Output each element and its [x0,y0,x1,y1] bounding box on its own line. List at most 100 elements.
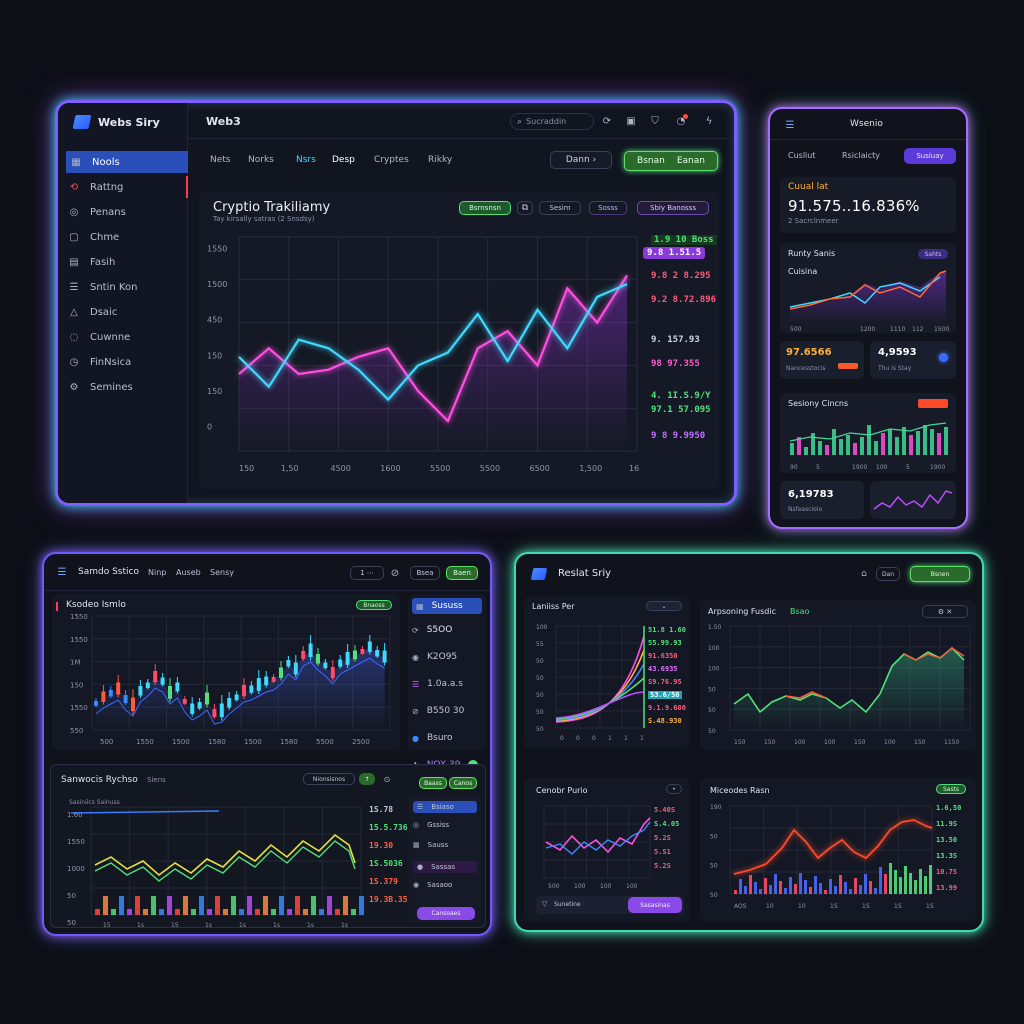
mini-tab-3[interactable]: Susiuay [904,148,956,164]
bl-list-item[interactable]: ◉ K2O95 [412,652,457,662]
price-label: 9.2 8.72.896 [651,295,717,305]
chart-filter-icon-button[interactable]: ⧉ [517,201,533,215]
bl-list-item[interactable]: ⊘ B550 30 [412,706,464,716]
tab-rikky[interactable]: Rikky [428,155,452,165]
dann-button[interactable]: Dann › [550,151,612,169]
cloud-icon: ◌ [69,331,79,343]
br-btn-green[interactable]: Bsnen [910,566,970,582]
tab-nets[interactable]: Nets [210,155,231,165]
sidebar-item-semines[interactable]: ⚙ Semines [68,376,188,398]
document-icon[interactable]: ▣ [624,114,638,128]
candle-body [212,709,217,717]
sidebar-item-fasih[interactable]: ▤ Fasih [68,251,188,273]
tab-nsrs[interactable]: Nsrs [296,155,316,165]
tab-cryptes[interactable]: Cryptes [374,155,409,165]
mini-bar [937,433,941,455]
sidebar-item-sntin-kon[interactable]: ☰ Sntin Kon [68,276,188,298]
x-tick: 10 [798,903,806,910]
mini-tab-1[interactable]: Cusliut [788,151,815,160]
x-tick: 150 [914,739,926,746]
bl-list-item[interactable]: ☰ 1.0a.a.s [412,679,463,689]
sidebar-item-finnsica[interactable]: ◷ FinNsica [68,351,188,373]
br-card1-value: 91.6350 [648,652,678,660]
candle-body [375,650,380,657]
doc-icon: ▢ [69,231,79,243]
tab-desp[interactable]: Desp [332,155,355,165]
menu-icon[interactable]: ☰ [784,119,796,131]
volume-bar [343,896,348,915]
search-input[interactable]: Sucraddin [526,117,566,126]
sidebar-item-nools[interactable]: ▦ Nools [66,151,188,173]
br-card1-value: S9.76.95 [648,678,682,686]
home-icon[interactable]: ⌂ [858,568,870,580]
volume-bar [119,896,124,915]
mix-bar [884,874,887,894]
chart-btn-3[interactable]: Sosss [589,201,627,215]
y-tick: 50 [536,658,544,665]
bl-btn-green[interactable]: Baen [446,566,478,580]
chart-btn-4[interactable]: Sbiy Banosss [637,201,709,215]
candle-body [382,650,387,663]
mini-chart1-tick: 500 [790,326,802,333]
link-icon[interactable]: ⊘ [388,566,402,580]
x-tick: 500 [100,738,113,746]
chart-btn-2[interactable]: Sesim [539,201,581,215]
shield-icon[interactable]: ⛉ [648,114,662,128]
y-tick: 50 [710,892,718,899]
mix-bar [829,879,832,894]
bl-sub-item[interactable]: ● Sassas [413,861,477,873]
y-tick: 50 [67,919,76,927]
mix-bar [889,863,892,894]
bl-list-label: K2O95 [426,652,458,662]
bl-list-item[interactable]: ▦ Sususs [412,598,482,614]
x-tick: 1S [830,903,838,910]
sidebar-item-chme[interactable]: ▢ Chme [68,226,188,248]
bl-nav-2[interactable]: Auseb [176,568,201,577]
bl-list-item[interactable]: ● Bsuro [412,733,453,743]
x-tick: 1 [608,735,612,742]
volume-bar [191,909,196,915]
sidebar-item-rattng[interactable]: ⟲ Rattng [68,176,188,198]
mini-stat1-bar [838,363,858,369]
green-action-button[interactable]: Bsnan Eanan [624,151,718,171]
mix-bar [844,882,847,894]
sidebar-item-penans[interactable]: ◎ Penans [68,201,188,223]
bl-btn-blue[interactable]: Bsea [410,566,440,580]
candle-body [227,698,232,708]
list-icon: ☰ [412,679,420,689]
sidebar-item-label: Rattng [90,181,124,193]
bl-sub-btn-green[interactable]: Baass [419,777,447,789]
mini-tab-2[interactable]: Rsiclaicty [842,151,880,160]
br-btn-outline[interactable]: Dan [876,567,900,581]
settings-icon[interactable]: ⊙ [381,773,393,785]
bl-sub-btn-green2[interactable]: Canos [449,777,477,789]
bl-sub-item[interactable]: ▦ Sauss [413,841,448,849]
bl-sub-item[interactable]: ☰ Bsiaso [413,801,477,813]
refresh-icon[interactable]: ⟳ [600,114,614,128]
search-box[interactable]: ⌕ Sucraddin [510,113,594,130]
sidebar-item-dsaic[interactable]: △ Dsaic [68,301,188,323]
br-card3-button[interactable]: Sasasinas [628,897,682,913]
bl-sub-action-button[interactable]: Cansoaes [417,907,475,920]
sidebar-item-label: Penans [90,206,126,218]
x-tick: 1s [137,922,144,929]
x-tick: 100 [600,883,612,888]
menu-icon[interactable]: ☰ [56,566,68,578]
bl-sub-item[interactable]: ◉ Sasaoo [413,881,452,889]
lightning-icon[interactable]: ϟ [702,114,716,128]
bl-list-item[interactable]: ⟳ S5OO [412,625,452,635]
br-card3-menu[interactable]: • [666,784,682,794]
bl-nav-3[interactable]: Sensy [210,568,234,577]
notification-icon[interactable]: ◔ [674,114,688,128]
sidebar-item-cuwnne[interactable]: ◌ Cuwnne [68,326,188,348]
bl-sub-item[interactable]: ◎ Gssiss [413,821,449,829]
search-icon: ⌕ [517,116,523,127]
brand[interactable]: Webs Siry [72,115,160,129]
chart-btn-green[interactable]: Bsrnsnsn [459,201,511,215]
bl-counter[interactable]: 1 ⋯ [350,566,384,580]
mini-chart-2: 90 5 1900 100 5 1900 [789,422,948,471]
y-tick: 50 [710,863,718,870]
x-tick: 1S [926,903,934,910]
bl-nav-1[interactable]: Ninp [148,568,166,577]
tab-norks[interactable]: Norks [248,155,274,165]
